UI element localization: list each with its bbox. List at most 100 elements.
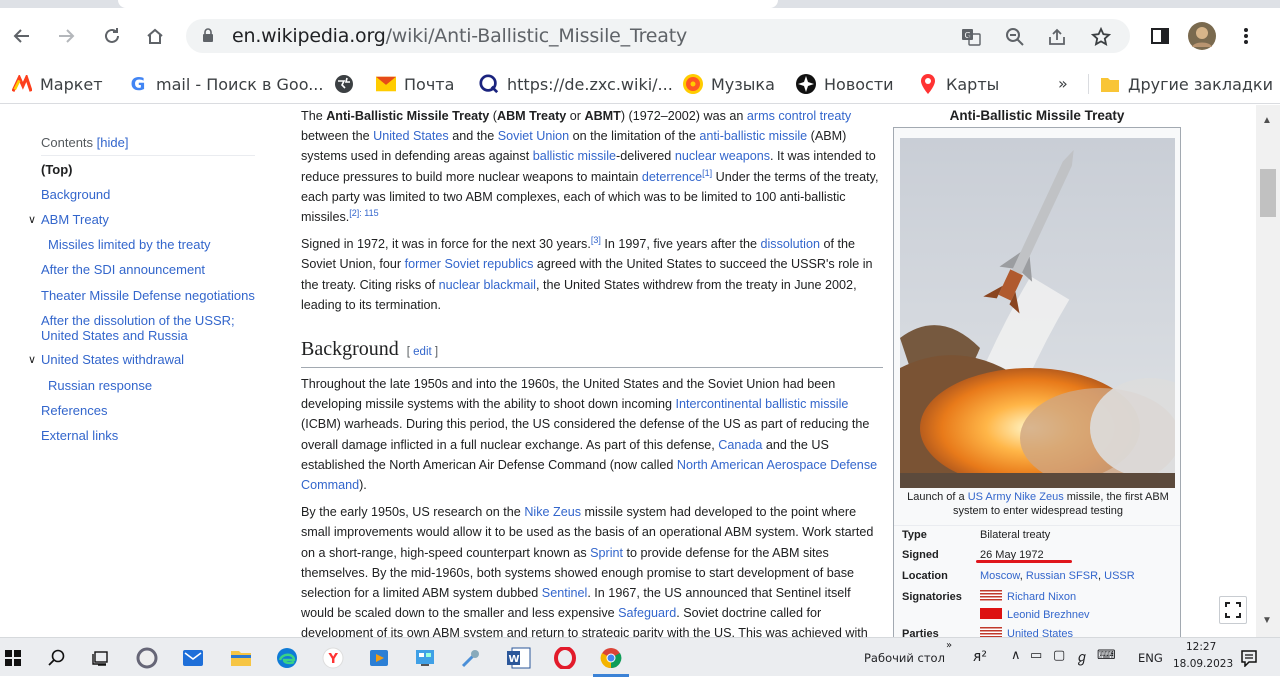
network-icon[interactable]: ▢ <box>1053 648 1065 663</box>
chevron-down-icon[interactable]: ∨ <box>28 353 36 366</box>
toc-item-sdi[interactable]: After the SDI announcement <box>41 262 205 277</box>
taskbar-app-mail[interactable] <box>180 645 206 671</box>
toc-item-top[interactable]: (Top) <box>41 162 73 177</box>
taskbar-app-chrome[interactable] <box>598 645 624 671</box>
link-united-states[interactable]: United States <box>373 129 449 143</box>
translate-icon[interactable]: G <box>960 26 982 48</box>
toc-item-russian-response[interactable]: Russian response <box>48 378 152 393</box>
task-view-button[interactable] <box>88 645 114 671</box>
forward-button[interactable] <box>52 22 80 50</box>
people-icon[interactable]: ᴙ² <box>973 649 987 665</box>
language-indicator[interactable]: ENG <box>1138 651 1163 665</box>
chevron-down-icon[interactable]: ∨ <box>28 213 36 226</box>
citation-1[interactable]: [1] <box>702 167 712 177</box>
clock-time[interactable]: 12:27 <box>1186 641 1216 653</box>
bookmark-news[interactable]: Новости <box>796 74 894 94</box>
link-richard-nixon[interactable]: Richard Nixon <box>1007 591 1076 603</box>
taskbar-app-opera[interactable] <box>552 645 578 671</box>
taskbar-app-circle[interactable] <box>134 645 160 671</box>
tray-chevron-up-icon[interactable]: ∧ <box>1011 648 1021 663</box>
link-leonid-brezhnev[interactable]: Leonid Brezhnev <box>1007 609 1090 621</box>
back-button[interactable] <box>8 22 36 50</box>
link-united-states-party[interactable]: United States <box>1007 628 1073 637</box>
missile-launch-image[interactable] <box>900 138 1175 488</box>
scroll-down-arrow-icon[interactable]: ▼ <box>1262 615 1272 626</box>
link-nike-zeus[interactable]: Nike Zeus <box>524 505 581 519</box>
link-former-soviet-republics[interactable]: former Soviet republics <box>405 257 534 271</box>
link-arms-control-treaty[interactable]: arms control treaty <box>747 109 851 123</box>
taskbar-app-media[interactable] <box>366 645 392 671</box>
fullscreen-toggle-button[interactable] <box>1219 596 1247 624</box>
start-button[interactable] <box>0 645 26 671</box>
citation-2[interactable]: [2]: 115 <box>349 208 378 218</box>
share-icon[interactable] <box>1046 26 1068 48</box>
link-safeguard[interactable]: Safeguard <box>618 606 676 620</box>
taskbar-app-word[interactable]: W <box>506 645 532 671</box>
zoom-icon[interactable] <box>1004 26 1026 48</box>
toolbar-expand-icon[interactable]: » <box>946 640 952 651</box>
citation-3[interactable]: [3] <box>591 235 601 245</box>
link-ussr[interactable]: USSR <box>1104 570 1135 582</box>
bookmarks-divider <box>1088 74 1089 94</box>
edit-section-link[interactable]: [ edit ] <box>407 346 438 358</box>
toc-item-references[interactable]: References <box>41 403 107 418</box>
toc-item-external-links[interactable]: External links <box>41 428 118 443</box>
link-icbm[interactable]: Intercontinental ballistic missile <box>676 397 849 411</box>
search-button[interactable] <box>44 645 70 671</box>
taskbar-app-control-panel[interactable] <box>412 645 438 671</box>
toc-item-tmd[interactable]: Theater Missile Defense negotiations <box>41 288 255 303</box>
clock-date[interactable]: 18.09.2023 <box>1173 658 1233 670</box>
scrollbar-thumb[interactable] <box>1260 169 1276 217</box>
svg-text:W: W <box>509 654 520 665</box>
bookmark-music[interactable]: Музыка <box>683 74 775 94</box>
other-bookmarks-folder[interactable]: Другие закладки <box>1100 74 1273 94</box>
taskbar-app-explorer[interactable] <box>228 645 254 671</box>
toc-item-dissolution[interactable]: After the dissolution of the USSR; Unite… <box>41 313 235 343</box>
link-anti-ballistic-missile[interactable]: anti-ballistic missile <box>699 129 807 143</box>
taskbar-app-edge[interactable] <box>274 645 300 671</box>
reload-button[interactable] <box>98 22 126 50</box>
bookmark-mail[interactable]: Почта <box>376 74 454 94</box>
taskbar-app-yandex[interactable]: Y <box>320 645 346 671</box>
link-dissolution[interactable]: dissolution <box>760 237 820 251</box>
bookmark-globe[interactable] <box>334 74 354 94</box>
link-soviet-union[interactable]: Soviet Union <box>498 129 569 143</box>
active-tab[interactable] <box>118 0 778 8</box>
bookmark-maps[interactable]: Карты <box>918 74 999 94</box>
address-bar[interactable]: en.wikipedia.org/wiki/Anti-Ballistic_Mis… <box>186 19 1130 53</box>
profile-avatar[interactable] <box>1188 22 1216 50</box>
link-deterrence[interactable]: deterrence <box>642 170 702 184</box>
bookmarks-overflow-button[interactable]: » <box>1058 74 1068 93</box>
bookmark-zxc-wiki[interactable]: https://de.zxc.wiki/... <box>479 74 673 94</box>
bookmark-market[interactable]: Маркет <box>12 74 103 94</box>
star-icon[interactable] <box>1090 26 1112 48</box>
pen-icon[interactable]: ℊ <box>1075 647 1089 667</box>
page-scrollbar[interactable]: ▲ ▼ <box>1256 105 1280 637</box>
battery-icon[interactable]: ▭ <box>1030 648 1042 663</box>
taskbar-app-tools[interactable] <box>458 645 484 671</box>
notifications-button[interactable] <box>1236 645 1262 671</box>
keyboard-icon[interactable]: ⌨ <box>1097 648 1116 663</box>
link-sentinel[interactable]: Sentinel <box>542 586 588 600</box>
link-nuclear-blackmail[interactable]: nuclear blackmail <box>439 278 536 292</box>
link-nike-zeus-caption[interactable]: Nike Zeus <box>1014 491 1064 503</box>
reload-icon <box>105 28 119 43</box>
link-canada[interactable]: Canada <box>718 438 762 452</box>
home-button[interactable] <box>141 22 169 50</box>
toc-item-background[interactable]: Background <box>41 187 110 202</box>
side-panel-icon[interactable] <box>1146 22 1174 50</box>
bookmark-google-mail-search[interactable]: G mail - Поиск в Goo... <box>128 74 324 95</box>
menu-kebab-icon[interactable] <box>1232 22 1260 50</box>
desktop-toolbar-label[interactable]: Рабочий стол <box>864 651 945 665</box>
toc-item-withdrawal[interactable]: United States withdrawal <box>41 352 184 367</box>
link-ballistic-missile[interactable]: ballistic missile <box>533 149 616 163</box>
link-russian-sfsr[interactable]: Russian SFSR <box>1026 570 1098 582</box>
link-nuclear-weapons[interactable]: nuclear weapons <box>675 149 770 163</box>
toc-item-missiles-limited[interactable]: Missiles limited by the treaty <box>48 237 211 252</box>
toc-hide-link[interactable]: [hide] <box>97 135 129 150</box>
link-moscow[interactable]: Moscow <box>980 570 1020 582</box>
link-us-army[interactable]: US Army <box>968 491 1011 503</box>
toc-item-abm-treaty[interactable]: ABM Treaty <box>41 212 109 227</box>
scroll-up-arrow-icon[interactable]: ▲ <box>1262 115 1272 126</box>
link-sprint[interactable]: Sprint <box>590 546 623 560</box>
